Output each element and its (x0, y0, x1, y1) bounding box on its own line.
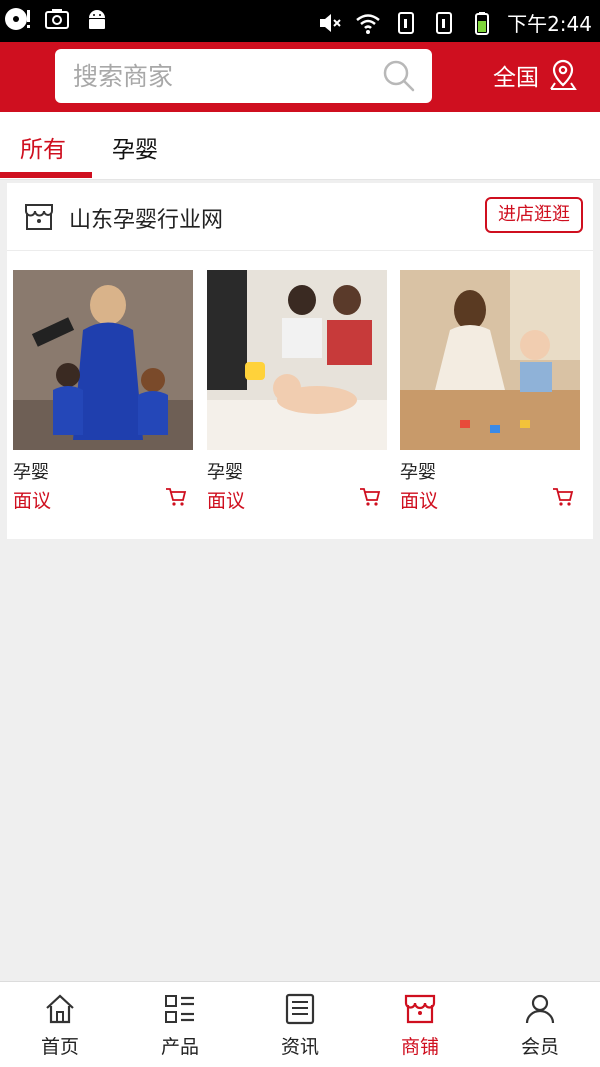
product-name: 孕婴 (207, 462, 243, 483)
store-icon (25, 204, 53, 230)
nav-home-label: 首页 (40, 1036, 79, 1058)
search-box[interactable] (55, 49, 432, 103)
shop-name: 山东孕婴行业网 (69, 208, 224, 233)
enter-shop-button[interactable]: 进店逛逛 (485, 197, 583, 233)
nav-news-label: 资讯 (280, 1036, 319, 1058)
app-header: 全国 (0, 42, 600, 112)
store-icon (404, 994, 436, 1024)
mute-icon (320, 13, 341, 32)
shop-card: 山东孕婴行业网 进店逛逛 孕婴 面议 孕婴 面议 孕婴 面议 (7, 183, 593, 539)
product-image[interactable] (207, 270, 387, 450)
product-card[interactable]: 孕婴 面议 (207, 270, 387, 513)
clock: 下午2:44 (507, 12, 592, 36)
nav-products[interactable]: 产品 (120, 992, 240, 1059)
category-tabs: 所有 孕婴 (0, 112, 600, 180)
user-icon (525, 994, 555, 1024)
product-image[interactable] (13, 270, 193, 450)
region-label: 全国 (493, 65, 539, 91)
product-name: 孕婴 (400, 462, 436, 483)
status-bar: 下午2:44 (0, 0, 600, 42)
screenshot-icon (45, 9, 69, 29)
nav-stores[interactable]: 商铺 (360, 992, 480, 1059)
list-icon (165, 995, 194, 1023)
cart-icon[interactable] (359, 486, 381, 508)
tab-all[interactable]: 所有 (20, 130, 66, 164)
search-input[interactable] (73, 57, 363, 95)
sim2-icon (436, 11, 453, 34)
product-card[interactable]: 孕婴 面议 (13, 270, 193, 513)
battery-icon (475, 11, 490, 35)
nav-home[interactable]: 首页 (0, 992, 120, 1059)
news-icon (285, 993, 315, 1025)
sim1-icon (398, 11, 415, 34)
nav-products-label: 产品 (160, 1036, 199, 1058)
product-image[interactable] (400, 270, 580, 450)
product-name: 孕婴 (13, 462, 49, 483)
location-pin-icon (550, 59, 577, 90)
cart-icon[interactable] (552, 486, 574, 508)
nav-member-label: 会员 (520, 1036, 559, 1058)
wifi-icon (356, 13, 380, 34)
nav-news[interactable]: 资讯 (240, 992, 360, 1059)
region-selector[interactable]: 全国 (493, 58, 579, 92)
nav-stores-label: 商铺 (400, 1036, 439, 1058)
active-tab-indicator (0, 172, 92, 178)
android-icon (89, 10, 105, 29)
cart-icon[interactable] (165, 486, 187, 508)
disc-icon (5, 8, 30, 30)
shop-header[interactable]: 山东孕婴行业网 进店逛逛 (7, 183, 593, 251)
tab-maternity[interactable]: 孕婴 (112, 130, 158, 164)
home-icon (46, 994, 74, 1024)
product-card[interactable]: 孕婴 面议 (400, 270, 580, 513)
search-icon[interactable] (382, 59, 416, 93)
bottom-navigation: 首页 产品 资讯 商铺 会员 (0, 981, 600, 1067)
nav-member[interactable]: 会员 (480, 992, 600, 1059)
